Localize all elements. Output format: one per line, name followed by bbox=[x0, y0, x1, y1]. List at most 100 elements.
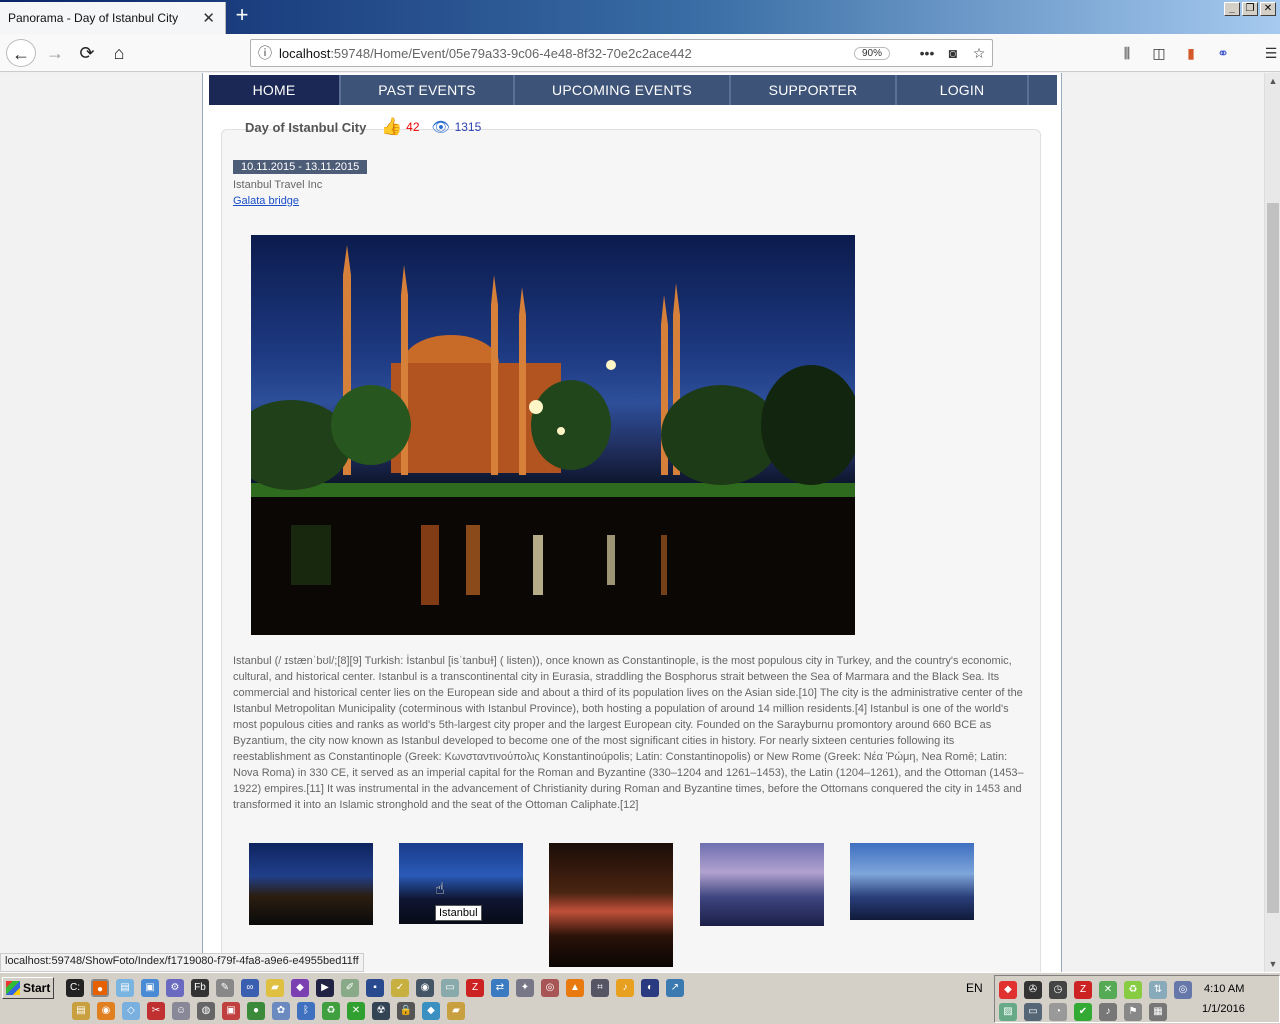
menu-item-supporter[interactable]: SUPPORTER bbox=[731, 75, 897, 105]
close-window-icon[interactable]: ✕ bbox=[1260, 2, 1276, 16]
reload-button[interactable]: ⟳ bbox=[72, 39, 102, 67]
earth-icon[interactable]: ● bbox=[247, 1002, 265, 1020]
url-text[interactable]: localhost:59748/Home/Event/05e79a33-9c06… bbox=[279, 46, 854, 61]
infinity-icon[interactable]: ∞ bbox=[241, 979, 259, 997]
editor-icon[interactable]: ✐ bbox=[341, 979, 359, 997]
explorer-icon[interactable]: ▣ bbox=[141, 979, 159, 997]
cube-icon[interactable]: ◇ bbox=[122, 1002, 140, 1020]
sidebar-icon[interactable]: ◫ bbox=[1148, 42, 1170, 64]
tray-diamond-icon[interactable]: ◆ bbox=[999, 981, 1017, 999]
new-tab-button[interactable]: + bbox=[230, 4, 254, 28]
thumbnail-tooltip: Istanbul bbox=[435, 905, 482, 921]
minimize-icon[interactable]: _ bbox=[1224, 2, 1240, 16]
browser-tab[interactable]: Panorama - Day of Istanbul City ✕ bbox=[0, 2, 226, 34]
terminal-2-icon[interactable]: ▶ bbox=[316, 979, 334, 997]
extension-icon[interactable]: ▮ bbox=[1180, 42, 1202, 64]
calculator-icon[interactable]: ⌗ bbox=[591, 979, 609, 997]
chart-icon[interactable]: ↗ bbox=[666, 979, 684, 997]
gallery-thumbnail[interactable] bbox=[850, 843, 974, 920]
radiation-icon[interactable]: ☢ bbox=[372, 1002, 390, 1020]
restore-icon[interactable]: ❐ bbox=[1242, 2, 1258, 16]
save-icon[interactable]: ▪ bbox=[366, 979, 384, 997]
recycle-icon[interactable]: ♻ bbox=[322, 1002, 340, 1020]
extension-icon-2[interactable]: ⚭ bbox=[1212, 42, 1234, 64]
menu-item-home[interactable]: HOME bbox=[209, 75, 341, 105]
lock-icon[interactable]: 🔒 bbox=[397, 1002, 415, 1020]
library-icon[interactable]: ⫼ bbox=[1116, 42, 1138, 64]
menu-item-login[interactable]: LOGIN bbox=[897, 75, 1029, 105]
globe-icon[interactable]: ◐ bbox=[641, 979, 659, 997]
headphones-icon[interactable]: ♪ bbox=[616, 979, 634, 997]
firefox-icon[interactable]: ● bbox=[91, 979, 109, 997]
language-indicator[interactable]: EN bbox=[966, 981, 983, 995]
url-host: localhost bbox=[279, 45, 331, 61]
tray-target-icon[interactable]: ◎ bbox=[1174, 981, 1192, 999]
menu-item-upcoming-events[interactable]: UPCOMING EVENTS bbox=[515, 75, 731, 105]
folder-icon[interactable]: ▰ bbox=[266, 979, 284, 997]
disc-icon[interactable]: ◍ bbox=[197, 1002, 215, 1020]
bird-icon[interactable]: ◆ bbox=[422, 1002, 440, 1020]
pocket-icon[interactable]: ◙ bbox=[940, 45, 966, 61]
notes-icon[interactable]: ✓ bbox=[391, 979, 409, 997]
more-actions-icon[interactable]: ••• bbox=[914, 45, 940, 61]
paint-icon[interactable]: ◎ bbox=[541, 979, 559, 997]
scroll-up-icon[interactable]: ▲ bbox=[1265, 73, 1280, 89]
fb-icon[interactable]: Fb bbox=[191, 979, 209, 997]
gear-2-icon[interactable]: ✿ bbox=[272, 1002, 290, 1020]
visual-studio-icon[interactable]: ◆ bbox=[291, 979, 309, 997]
cross-tool-icon[interactable]: ✕ bbox=[347, 1002, 365, 1020]
tray-tool-icon[interactable]: ✕ bbox=[1099, 981, 1117, 999]
scroll-down-icon[interactable]: ▼ bbox=[1265, 956, 1280, 972]
gallery-thumbnail[interactable] bbox=[700, 843, 824, 926]
home-button[interactable]: ⌂ bbox=[104, 39, 134, 67]
network-tray-icon[interactable]: ▦ bbox=[1149, 1003, 1167, 1021]
terminal-icon[interactable]: C: bbox=[66, 979, 84, 997]
sync-icon[interactable]: ⇄ bbox=[491, 979, 509, 997]
people-icon[interactable]: ☺ bbox=[172, 1002, 190, 1020]
tray-timer-icon[interactable]: ◔ bbox=[1049, 1003, 1067, 1021]
gallery-thumbnail[interactable] bbox=[549, 843, 673, 967]
back-button[interactable]: ← bbox=[6, 39, 36, 67]
vertical-scrollbar[interactable]: ▲ ▼ bbox=[1264, 73, 1280, 972]
info-icon[interactable]: ⓘ bbox=[251, 43, 279, 63]
tray-monitor-icon[interactable]: ▭ bbox=[1024, 1003, 1042, 1021]
close-tab-icon[interactable]: ✕ bbox=[202, 9, 215, 27]
blender-icon[interactable]: ◉ bbox=[97, 1002, 115, 1020]
archive-icon[interactable]: ▤ bbox=[72, 1002, 90, 1020]
event-main-photo bbox=[251, 235, 855, 635]
scissors-icon[interactable]: ✂ bbox=[147, 1002, 165, 1020]
bluetooth-icon[interactable]: ᛒ bbox=[297, 1002, 315, 1020]
tray-image-icon[interactable]: ▨ bbox=[999, 1003, 1017, 1021]
forward-button[interactable]: → bbox=[40, 39, 70, 67]
folder-2-icon[interactable]: ▰ bbox=[447, 1002, 465, 1020]
notepad-icon[interactable]: ▤ bbox=[116, 979, 134, 997]
tray-filezilla-icon[interactable]: Z bbox=[1074, 981, 1092, 999]
window-icon[interactable]: ▭ bbox=[441, 979, 459, 997]
tray-shield-icon[interactable]: ✔ bbox=[1074, 1003, 1092, 1021]
filezilla-icon[interactable]: Z bbox=[466, 979, 484, 997]
thumbs-up-icon[interactable]: 👍 bbox=[381, 117, 402, 137]
quicklaunch-row-1: C: ● ▤ ▣ ⚙ Fb ✎ ∞ ▰ ◆ ▶ ✐ ▪ ✓ ◉ ▭ Z ⇄ ✦ … bbox=[66, 979, 684, 997]
flag-icon[interactable]: ⚑ bbox=[1124, 1003, 1142, 1021]
media-icon[interactable]: ◉ bbox=[416, 979, 434, 997]
box-icon[interactable]: ▣ bbox=[222, 1002, 240, 1020]
event-location-link[interactable]: Galata bridge bbox=[233, 195, 299, 207]
network-icon[interactable]: ✦ bbox=[516, 979, 534, 997]
address-bar[interactable]: ⓘ localhost:59748/Home/Event/05e79a33-9c… bbox=[250, 39, 993, 67]
hamburger-menu-icon[interactable]: ☰ bbox=[1260, 42, 1280, 64]
tray-fan-icon[interactable]: ✇ bbox=[1024, 981, 1042, 999]
tray-row-1: ◆ ✇ ◷ Z ✕ ♻ ⇅ ◎ bbox=[999, 981, 1192, 999]
app-icon[interactable]: ✎ bbox=[216, 979, 234, 997]
tool-icon[interactable]: ⚙ bbox=[166, 979, 184, 997]
start-button[interactable]: Start bbox=[2, 977, 54, 999]
scrollbar-thumb[interactable] bbox=[1267, 203, 1279, 913]
tray-recycle-icon[interactable]: ♻ bbox=[1124, 981, 1142, 999]
tray-transfer-icon[interactable]: ⇅ bbox=[1149, 981, 1167, 999]
zoom-level-badge[interactable]: 90% bbox=[853, 46, 890, 60]
volume-icon[interactable]: ♪ bbox=[1099, 1003, 1117, 1021]
vlc-icon[interactable]: ▲ bbox=[566, 979, 584, 997]
menu-item-past-events[interactable]: PAST EVENTS bbox=[341, 75, 515, 105]
bookmark-star-icon[interactable]: ☆ bbox=[966, 45, 992, 62]
tray-clock-icon[interactable]: ◷ bbox=[1049, 981, 1067, 999]
gallery-thumbnail[interactable] bbox=[249, 843, 373, 925]
